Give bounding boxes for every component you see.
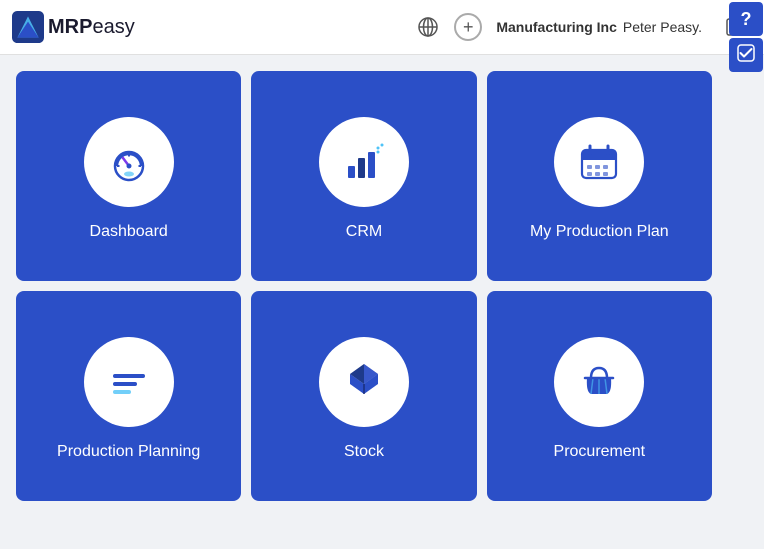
stock-label: Stock: [344, 443, 384, 461]
globe-button[interactable]: [412, 11, 444, 43]
dashboard-card[interactable]: Dashboard: [16, 71, 241, 281]
add-button[interactable]: +: [454, 13, 482, 41]
header-company: Manufacturing Inc Peter Peasy.: [496, 19, 702, 35]
right-sidebar: ?: [728, 0, 764, 549]
plus-icon: +: [463, 18, 474, 36]
production-planning-icon: [103, 356, 155, 408]
dashboard-icon: [103, 136, 155, 188]
user-name: Peter Peasy.: [623, 19, 702, 35]
stock-icon: [338, 356, 390, 408]
stock-icon-circle: [319, 337, 409, 427]
production-planning-card[interactable]: Production Planning: [16, 291, 241, 501]
company-name: Manufacturing Inc: [496, 19, 617, 35]
question-icon: ?: [741, 9, 752, 30]
dashboard-icon-circle: [84, 117, 174, 207]
main-content: Dashboard CRM: [0, 55, 728, 517]
procurement-card[interactable]: Procurement: [487, 291, 712, 501]
logo-area: MRPeasy: [12, 11, 135, 43]
globe-icon: [417, 16, 439, 38]
check-button[interactable]: [729, 38, 763, 72]
crm-label: CRM: [346, 223, 382, 241]
production-plan-icon-circle: [554, 117, 644, 207]
crm-icon: [338, 136, 390, 188]
production-plan-label: My Production Plan: [530, 223, 669, 241]
procurement-icon-circle: [554, 337, 644, 427]
dashboard-label: Dashboard: [90, 223, 168, 241]
production-planning-icon-circle: [84, 337, 174, 427]
grid-row-2: Production Planning Stock: [16, 291, 712, 501]
calendar-icon: [573, 136, 625, 188]
check-icon: [737, 44, 755, 67]
procurement-label: Procurement: [554, 443, 646, 461]
help-button[interactable]: ?: [729, 2, 763, 36]
logo-text: MRPeasy: [48, 16, 135, 39]
stock-card[interactable]: Stock: [251, 291, 476, 501]
procurement-icon: [573, 356, 625, 408]
logo-icon: [12, 11, 44, 43]
crm-icon-circle: [319, 117, 409, 207]
crm-card[interactable]: CRM: [251, 71, 476, 281]
production-planning-label: Production Planning: [57, 443, 200, 461]
production-plan-card[interactable]: My Production Plan: [487, 71, 712, 281]
header: MRPeasy + Manufacturing Inc Peter Peasy.: [0, 0, 764, 55]
grid-row-1: Dashboard CRM: [16, 71, 712, 281]
header-center: + Manufacturing Inc Peter Peasy.: [412, 11, 752, 43]
